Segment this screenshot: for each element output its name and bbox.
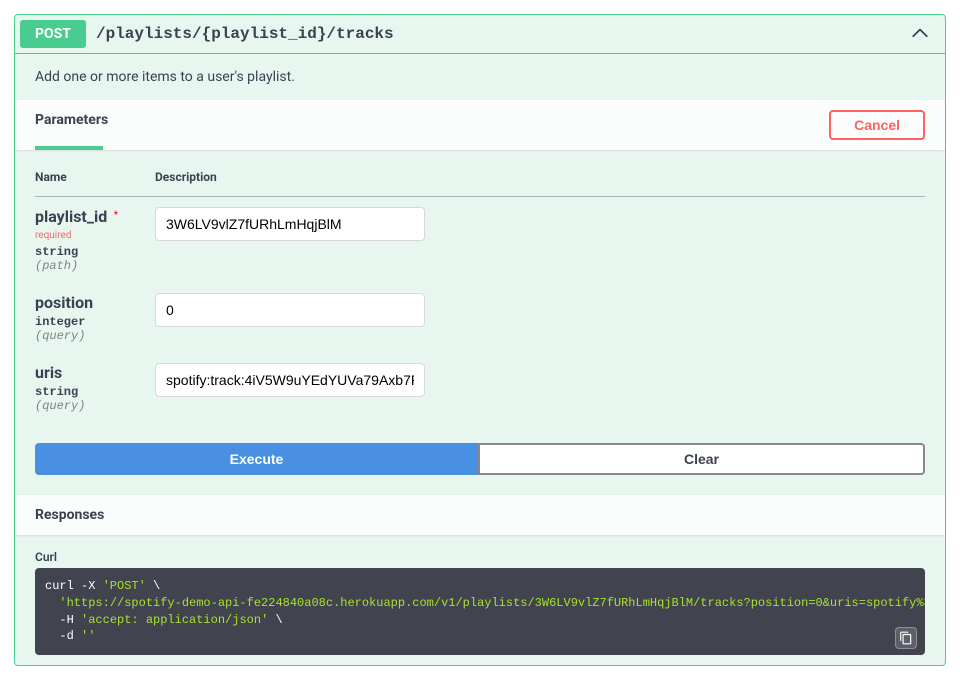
responses-title: Responses [35, 507, 925, 523]
param-in: (query) [35, 399, 155, 413]
tab-underline [35, 146, 103, 150]
param-type: integer [35, 312, 155, 329]
chevron-up-icon[interactable] [910, 22, 930, 46]
responses-header: Responses [15, 495, 945, 535]
uris-input[interactable] [155, 363, 425, 397]
curl-label: Curl [35, 550, 925, 564]
parameter-row: uris string (query) [35, 353, 925, 423]
param-name: playlist_id [35, 207, 107, 226]
parameter-row: position integer (query) [35, 283, 925, 353]
required-label: required [35, 230, 71, 241]
param-in: (path) [35, 259, 155, 273]
param-type: string [35, 382, 155, 399]
parameters-header: Parameters Cancel [15, 100, 945, 150]
param-type: string [35, 242, 155, 259]
endpoint-path: /playlists/{playlist_id}/tracks [96, 25, 910, 43]
operation-summary[interactable]: POST /playlists/{playlist_id}/tracks [15, 15, 945, 54]
parameters-table: Name Description playlist_id * required … [35, 170, 925, 423]
execute-button[interactable]: Execute [35, 443, 478, 475]
parameters-tab[interactable]: Parameters [35, 112, 108, 138]
param-in: (query) [35, 329, 155, 343]
parameter-row: playlist_id * required string (path) [35, 197, 925, 284]
copy-icon[interactable] [895, 627, 917, 649]
param-name: uris [35, 363, 155, 382]
column-header-name: Name [35, 170, 155, 197]
column-header-description: Description [155, 170, 925, 197]
playlist-id-input[interactable] [155, 207, 425, 241]
cancel-button[interactable]: Cancel [829, 110, 925, 140]
clear-button[interactable]: Clear [478, 443, 925, 475]
curl-command: curl -X 'POST' \ 'https://spotify-demo-a… [35, 568, 925, 655]
param-name: position [35, 293, 155, 312]
http-method-badge: POST [20, 20, 86, 48]
operation-description: Add one or more items to a user's playli… [15, 54, 945, 100]
required-asterisk: * [111, 210, 118, 221]
position-input[interactable] [155, 293, 425, 327]
